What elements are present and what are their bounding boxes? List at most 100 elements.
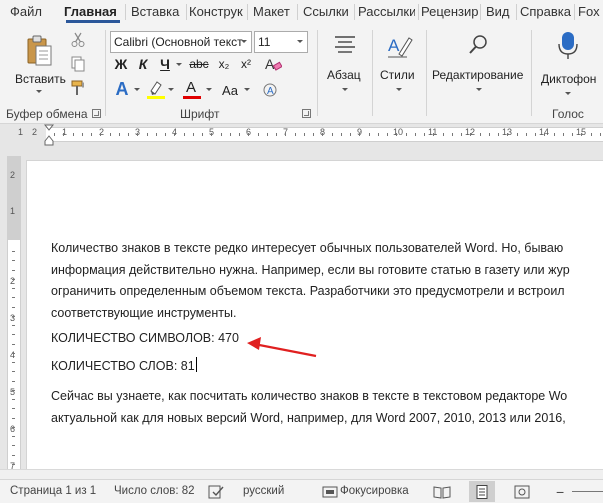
- styles-button[interactable]: A Стили: [376, 30, 422, 98]
- clipboard-launcher-icon[interactable]: [92, 109, 101, 118]
- word-count-line[interactable]: КОЛИЧЕСТВО СЛОВ: 81: [51, 356, 197, 378]
- tab-insert[interactable]: Вставка: [131, 0, 186, 24]
- text-line: ограничить определенным объемом текста. …: [51, 284, 565, 299]
- tab-separator: [480, 4, 481, 20]
- zoom-slider[interactable]: [572, 491, 603, 492]
- underline-button[interactable]: Ч: [156, 54, 174, 74]
- chevron-down-icon[interactable]: [293, 32, 307, 52]
- text-line: Сейчас вы узнаете, как посчитать количес…: [51, 389, 568, 403]
- ruler-tick: [12, 418, 15, 419]
- ruler-tick: [165, 133, 166, 136]
- ruler-tick: [581, 133, 582, 136]
- cut-icon[interactable]: [70, 32, 86, 48]
- bold-button[interactable]: Ж: [112, 54, 130, 74]
- paragraph-intro[interactable]: Количество знаков в тексте редко интерес…: [51, 238, 570, 325]
- tab-foxit[interactable]: Fox: [578, 0, 603, 24]
- dictate-button[interactable]: Диктофон: [536, 30, 603, 98]
- zoom-out-button[interactable]: −: [556, 484, 564, 500]
- tab-separator: [247, 4, 248, 20]
- change-case-button[interactable]: Aa: [218, 80, 242, 100]
- superscript-button[interactable]: x²: [236, 54, 256, 74]
- italic-button[interactable]: К: [134, 54, 152, 74]
- font-name-combo[interactable]: Calibri (Основной текст: [110, 31, 252, 53]
- chevron-down-icon: [342, 88, 348, 91]
- text-effects-button[interactable]: A: [112, 79, 132, 99]
- tab-file[interactable]: Файл: [10, 0, 52, 24]
- ruler-tick: [332, 133, 333, 136]
- web-layout-icon[interactable]: [514, 485, 530, 499]
- clipboard-group-label: Буфер обмена: [6, 107, 88, 121]
- ruler-tick: [12, 371, 15, 372]
- text-line: соответствующие инструменты.: [51, 306, 237, 321]
- ruler-number: 4: [10, 350, 16, 360]
- ruler-number: 2: [32, 127, 38, 137]
- tab-help[interactable]: Справка: [520, 0, 572, 24]
- ribbon: Вставить Буфер обмена Calibri (Основной …: [0, 24, 603, 124]
- print-layout-view-button[interactable]: [469, 481, 495, 502]
- ruler-tick: [424, 133, 425, 136]
- tab-home[interactable]: Главная: [64, 0, 122, 24]
- tab-mailings[interactable]: Рассылки: [358, 0, 415, 24]
- char-count-line[interactable]: КОЛИЧЕСТВО СИМВОЛОВ: 470: [51, 328, 239, 350]
- focus-icon[interactable]: [322, 485, 338, 499]
- tab-layout[interactable]: Макет: [253, 0, 297, 24]
- font-color-button[interactable]: A: [182, 79, 202, 101]
- paragraph-outro[interactable]: Сейчас вы узнаете, как посчитать количес…: [51, 386, 567, 429]
- ruler-tick: [156, 133, 157, 136]
- tab-references[interactable]: Ссылки: [303, 0, 351, 24]
- read-mode-icon[interactable]: [433, 485, 451, 499]
- tab-design[interactable]: Конструк: [189, 0, 247, 24]
- highlight-icon[interactable]: [146, 79, 166, 99]
- ruler-tick: [313, 133, 314, 136]
- tab-view[interactable]: Вид: [486, 0, 516, 24]
- ruler-tick: [137, 133, 138, 136]
- chevron-down-icon[interactable]: [244, 88, 250, 91]
- page-indicator[interactable]: Страница 1 из 1: [10, 485, 96, 497]
- format-painter-icon[interactable]: [70, 80, 86, 96]
- focus-mode-label[interactable]: Фокусировка: [340, 485, 409, 497]
- horizontal-ruler[interactable]: 1 2 1 2 3 4 5 6 7 8 9 10 11 12 13 14 15: [0, 124, 603, 146]
- text-line: информация действительно нужна. Например…: [51, 262, 570, 277]
- indent-marker-icon[interactable]: [44, 124, 54, 146]
- editing-button[interactable]: Редактирование: [430, 30, 528, 98]
- font-size-combo[interactable]: 11: [254, 31, 308, 53]
- voice-group-label: Голос: [552, 107, 584, 121]
- ruler-tick: [12, 390, 15, 391]
- ruler-tick: [378, 133, 379, 136]
- proofing-icon[interactable]: [208, 485, 224, 499]
- styles-label: Стили: [380, 68, 415, 82]
- vertical-ruler[interactable]: 2 1 2 3 4 5 6 7: [7, 156, 21, 479]
- styles-icon: A: [388, 36, 413, 58]
- tab-review[interactable]: Рецензир: [421, 0, 478, 24]
- ruler-tick: [554, 133, 555, 136]
- language-indicator[interactable]: русский: [243, 485, 284, 497]
- subscript-button[interactable]: x₂: [214, 54, 234, 74]
- copy-icon[interactable]: [70, 56, 86, 72]
- svg-text:A: A: [265, 56, 275, 72]
- ruler-tick: [12, 251, 15, 252]
- chevron-down-icon[interactable]: [237, 32, 251, 52]
- horizontal-scrollbar[interactable]: [0, 469, 603, 479]
- ruler-tick: [369, 133, 370, 136]
- ruler-tick: [498, 133, 499, 136]
- ruler-tick: [600, 133, 601, 136]
- paragraph-icon: [335, 36, 355, 53]
- chevron-down-icon[interactable]: [134, 88, 140, 91]
- paste-button[interactable]: Вставить: [14, 32, 66, 98]
- ruler-tick: [12, 288, 15, 289]
- clear-formatting-icon[interactable]: A: [264, 55, 282, 73]
- document-page[interactable]: Количество знаков в тексте редко интерес…: [26, 160, 603, 478]
- grow-shrink-font-icon[interactable]: A: [262, 79, 284, 99]
- font-launcher-icon[interactable]: [302, 109, 311, 118]
- ruler-tick: [12, 297, 15, 298]
- chevron-down-icon[interactable]: [176, 63, 182, 66]
- word-count-indicator[interactable]: Число слов: 82: [114, 485, 195, 497]
- strikethrough-button[interactable]: abc: [186, 54, 212, 74]
- ruler-number: 1: [18, 127, 24, 137]
- ruler-tick: [12, 307, 15, 308]
- tab-separator: [125, 4, 126, 20]
- chevron-down-icon[interactable]: [168, 88, 174, 91]
- paragraph-button[interactable]: Абзац: [322, 30, 368, 98]
- group-separator: [531, 30, 532, 116]
- chevron-down-icon[interactable]: [206, 88, 212, 91]
